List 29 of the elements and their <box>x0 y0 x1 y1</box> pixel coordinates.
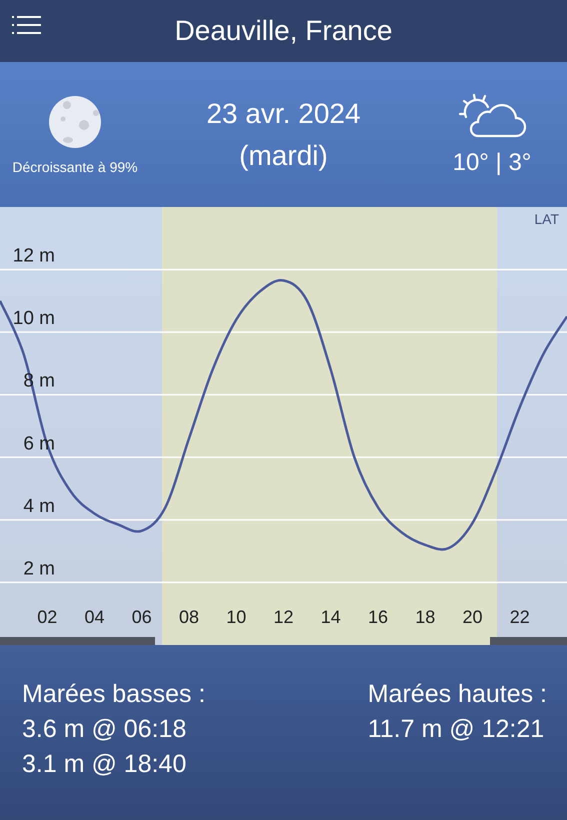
menu-icon[interactable] <box>12 14 42 36</box>
x-tick-label: 22 <box>510 607 530 627</box>
temperature-text: 10° | 3° <box>452 148 532 176</box>
high-tide-entry: 11.7 m @ 12:21 <box>368 714 546 745</box>
y-tick-label: 10 m <box>12 308 55 330</box>
y-tick-label: 4 m <box>23 496 55 517</box>
x-tick-label: 08 <box>178 607 200 627</box>
moon-phase-text: Décroissante à 99% <box>12 158 138 174</box>
x-tick-label: 16 <box>368 607 388 627</box>
location-title: Deauville, France <box>174 15 392 47</box>
high-tides-heading: Marées hautes : <box>368 679 547 710</box>
y-tick-label: 2 m <box>23 558 55 580</box>
x-tick-label: 04 <box>84 607 105 627</box>
low-tides-heading: Marées basses : <box>22 679 206 710</box>
x-tick-label: 18 <box>415 607 436 627</box>
date-text: 23 avr. 2024 <box>206 96 361 130</box>
datum-label: LAT <box>534 211 559 227</box>
x-tick-label: 02 <box>37 607 58 627</box>
moon-icon <box>48 94 102 148</box>
x-tick-label: 10 <box>226 607 246 627</box>
low-tide-entry: 3.6 m @ 06:18 <box>22 714 188 745</box>
low-tide-entry: 3.1 m @ 18:40 <box>22 749 188 780</box>
x-tick-label: 14 <box>320 607 341 627</box>
x-tick-label: 12 <box>273 607 294 627</box>
weekday-text: (mardi) <box>239 138 328 173</box>
x-tick-label: 06 <box>132 607 152 627</box>
y-tick-label: 12 m <box>12 246 55 267</box>
x-tick-label: 20 <box>462 607 483 627</box>
partly-cloudy-icon <box>458 92 526 138</box>
